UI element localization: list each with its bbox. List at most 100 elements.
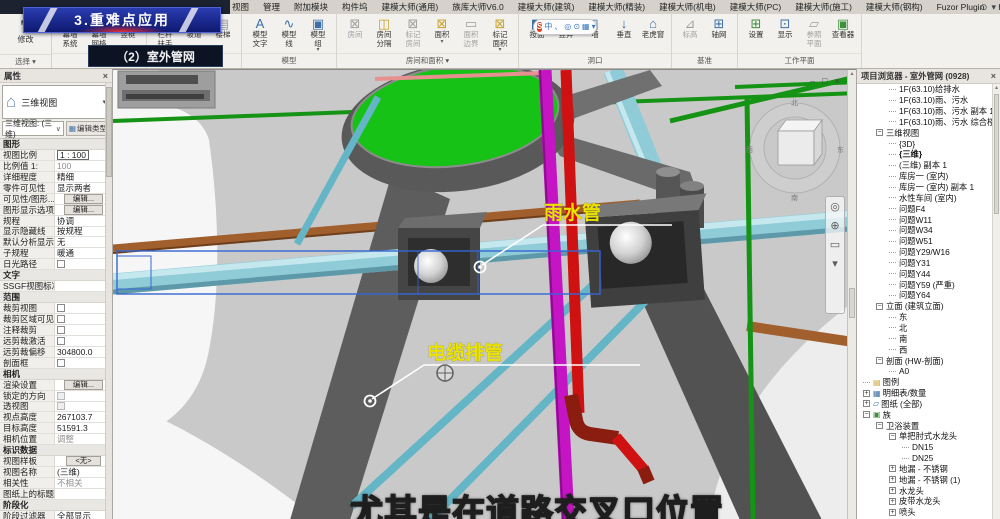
ribbon-button[interactable]: ⊠标记 房间	[399, 16, 427, 53]
tree-item[interactable]: DN25	[857, 453, 1000, 464]
tree-item[interactable]: 南	[857, 333, 1000, 344]
property-value[interactable]: 编辑...	[54, 194, 112, 204]
property-value[interactable]	[54, 336, 112, 346]
expand-icon[interactable]: +	[889, 487, 896, 494]
tree-item[interactable]: 问题Y31	[857, 258, 1000, 269]
view-selector[interactable]: 三维视图: (三维)∨	[2, 121, 64, 136]
checkbox[interactable]	[57, 392, 65, 400]
collapse-icon[interactable]: −	[863, 411, 870, 418]
edit-button[interactable]: 编辑...	[64, 205, 103, 215]
tree-item[interactable]: 问题W51	[857, 236, 1000, 247]
ribbon-button[interactable]: ▣模型 组▾	[304, 16, 332, 53]
property-value[interactable]: 51591.3	[54, 423, 112, 433]
building-block[interactable]	[118, 71, 215, 108]
ribbon-button[interactable]: A模型 文字	[246, 16, 274, 53]
ribbon-tab[interactable]: 族库大师V6.0	[445, 0, 511, 14]
checkbox[interactable]	[57, 337, 65, 345]
tree-item[interactable]: 问题Y64	[857, 290, 1000, 301]
property-value[interactable]: 1 : 100	[54, 150, 112, 160]
tree-item[interactable]: +地漏 - 不锈钢	[857, 464, 1000, 475]
property-value[interactable]	[54, 325, 112, 335]
tree-item[interactable]: −单把肘式水龙头	[857, 431, 1000, 442]
sogou-icon[interactable]: S	[537, 22, 542, 32]
properties-scrollbar[interactable]	[105, 83, 112, 519]
expand-icon[interactable]: +	[863, 400, 870, 407]
tree-item[interactable]: {3D}	[857, 138, 1000, 149]
ribbon-button[interactable]: ⊡显示	[771, 16, 799, 53]
viewcube-west[interactable]: 西	[746, 146, 753, 154]
tree-item[interactable]: 问题Y29/W16	[857, 247, 1000, 258]
property-value[interactable]: 精细	[54, 172, 112, 182]
property-value[interactable]: 无	[54, 237, 112, 247]
property-value[interactable]: 304800.0	[54, 347, 112, 357]
ribbon-button[interactable]: ⊞设置	[742, 16, 770, 53]
property-value[interactable]	[54, 303, 112, 313]
ribbon-button[interactable]: ▱参照 平面	[800, 16, 828, 53]
zoom-icon[interactable]: ⊕	[830, 219, 839, 232]
checkbox[interactable]	[57, 326, 65, 334]
wheel-icon[interactable]: ◎	[564, 20, 571, 34]
tree-item[interactable]: A0	[857, 366, 1000, 377]
ime-toolbar[interactable]: S中、◎⊙▦▾	[533, 19, 597, 35]
expand-icon[interactable]: +	[889, 498, 896, 505]
property-section[interactable]: 文字∧	[0, 270, 112, 281]
property-value[interactable]: 不相关	[54, 478, 112, 488]
edit-button[interactable]: <无>	[66, 456, 100, 466]
ribbon-button[interactable]: ∿模型 线	[275, 16, 303, 53]
tree-item[interactable]: 北	[857, 323, 1000, 334]
tree-item[interactable]: 问题W34	[857, 225, 1000, 236]
property-value[interactable]	[54, 259, 112, 269]
ribbon-tab[interactable]: 管理	[256, 0, 287, 14]
property-section[interactable]: 阶段化∧	[0, 500, 112, 511]
ribbon-button[interactable]: ⊿标高	[676, 16, 704, 53]
checkbox[interactable]	[57, 304, 65, 312]
expand-icon[interactable]: +	[889, 476, 896, 483]
property-value[interactable]: 编辑...	[54, 205, 112, 215]
ribbon-tab[interactable]: 建模大师(机电)	[652, 0, 723, 14]
expand-icon[interactable]: +	[889, 465, 896, 472]
edit-type-button[interactable]: ▦ 编辑类型	[66, 121, 110, 136]
tree-item[interactable]: 东	[857, 312, 1000, 323]
ribbon-tab[interactable]: 建模大师(钢构)	[859, 0, 930, 14]
tree-item[interactable]: 问题Y59 (严重)	[857, 279, 1000, 290]
checkbox[interactable]	[57, 402, 65, 410]
viewport-scrollbar[interactable]: ▴	[847, 70, 856, 519]
collapse-icon[interactable]: −	[876, 357, 883, 364]
property-value[interactable]: 267103.7	[54, 412, 112, 422]
ribbon-button[interactable]: ⊠面积▾	[428, 16, 456, 53]
edit-button[interactable]: 编辑...	[64, 194, 103, 204]
checkbox[interactable]	[57, 260, 65, 268]
property-value[interactable]	[54, 358, 112, 368]
voice-icon[interactable]: ⊙	[573, 20, 580, 34]
tree-item[interactable]: 1F(63.10)雨、污水 综合楼出图	[857, 117, 1000, 128]
ribbon-button[interactable]: ▭面积 边界	[457, 16, 485, 53]
ribbon-button[interactable]: ↓垂直	[610, 16, 638, 53]
select-dropdown[interactable]: 选择 ▾	[0, 54, 51, 68]
scroll-up-icon[interactable]: ▴	[993, 84, 1000, 93]
property-value[interactable]: 按规程	[54, 227, 112, 237]
property-value[interactable]	[54, 314, 112, 324]
keyboard-icon[interactable]: ▦	[582, 20, 590, 34]
tree-item[interactable]: 库房一 (室内)	[857, 171, 1000, 182]
ribbon-tab[interactable]: 建模大师(PC)	[723, 0, 788, 14]
property-value[interactable]: 全部显示	[54, 511, 112, 519]
tree-item[interactable]: (三维) 副本 1	[857, 160, 1000, 171]
viewcube-south[interactable]: 南	[791, 193, 798, 202]
ribbon-button[interactable]: ▣查看器	[829, 16, 857, 53]
ribbon-tab[interactable]: 构件坞	[335, 0, 375, 14]
tree-item[interactable]: 西	[857, 344, 1000, 355]
junction-box[interactable]	[584, 193, 714, 307]
property-value[interactable]: 暖通	[54, 248, 112, 258]
pan-box-icon[interactable]: ▭	[830, 238, 840, 251]
minimize-icon[interactable]: –	[810, 76, 815, 86]
property-value[interactable]: 编辑...	[54, 380, 112, 390]
more-icon[interactable]: ▾	[592, 20, 596, 34]
property-value[interactable]: 显示两者	[54, 183, 112, 193]
ribbon-tab[interactable]: 附加模块	[287, 0, 335, 14]
ribbon-tab[interactable]: 视图	[225, 0, 256, 14]
type-selector[interactable]: ⌂ 三维视图 ▾	[2, 85, 110, 119]
scrollbar-thumb[interactable]	[994, 94, 999, 214]
ribbon-tab[interactable]: 建模大师(通用)	[375, 0, 446, 14]
property-section[interactable]: 图形∧	[0, 139, 112, 150]
tree-item[interactable]: −卫浴装置	[857, 420, 1000, 431]
